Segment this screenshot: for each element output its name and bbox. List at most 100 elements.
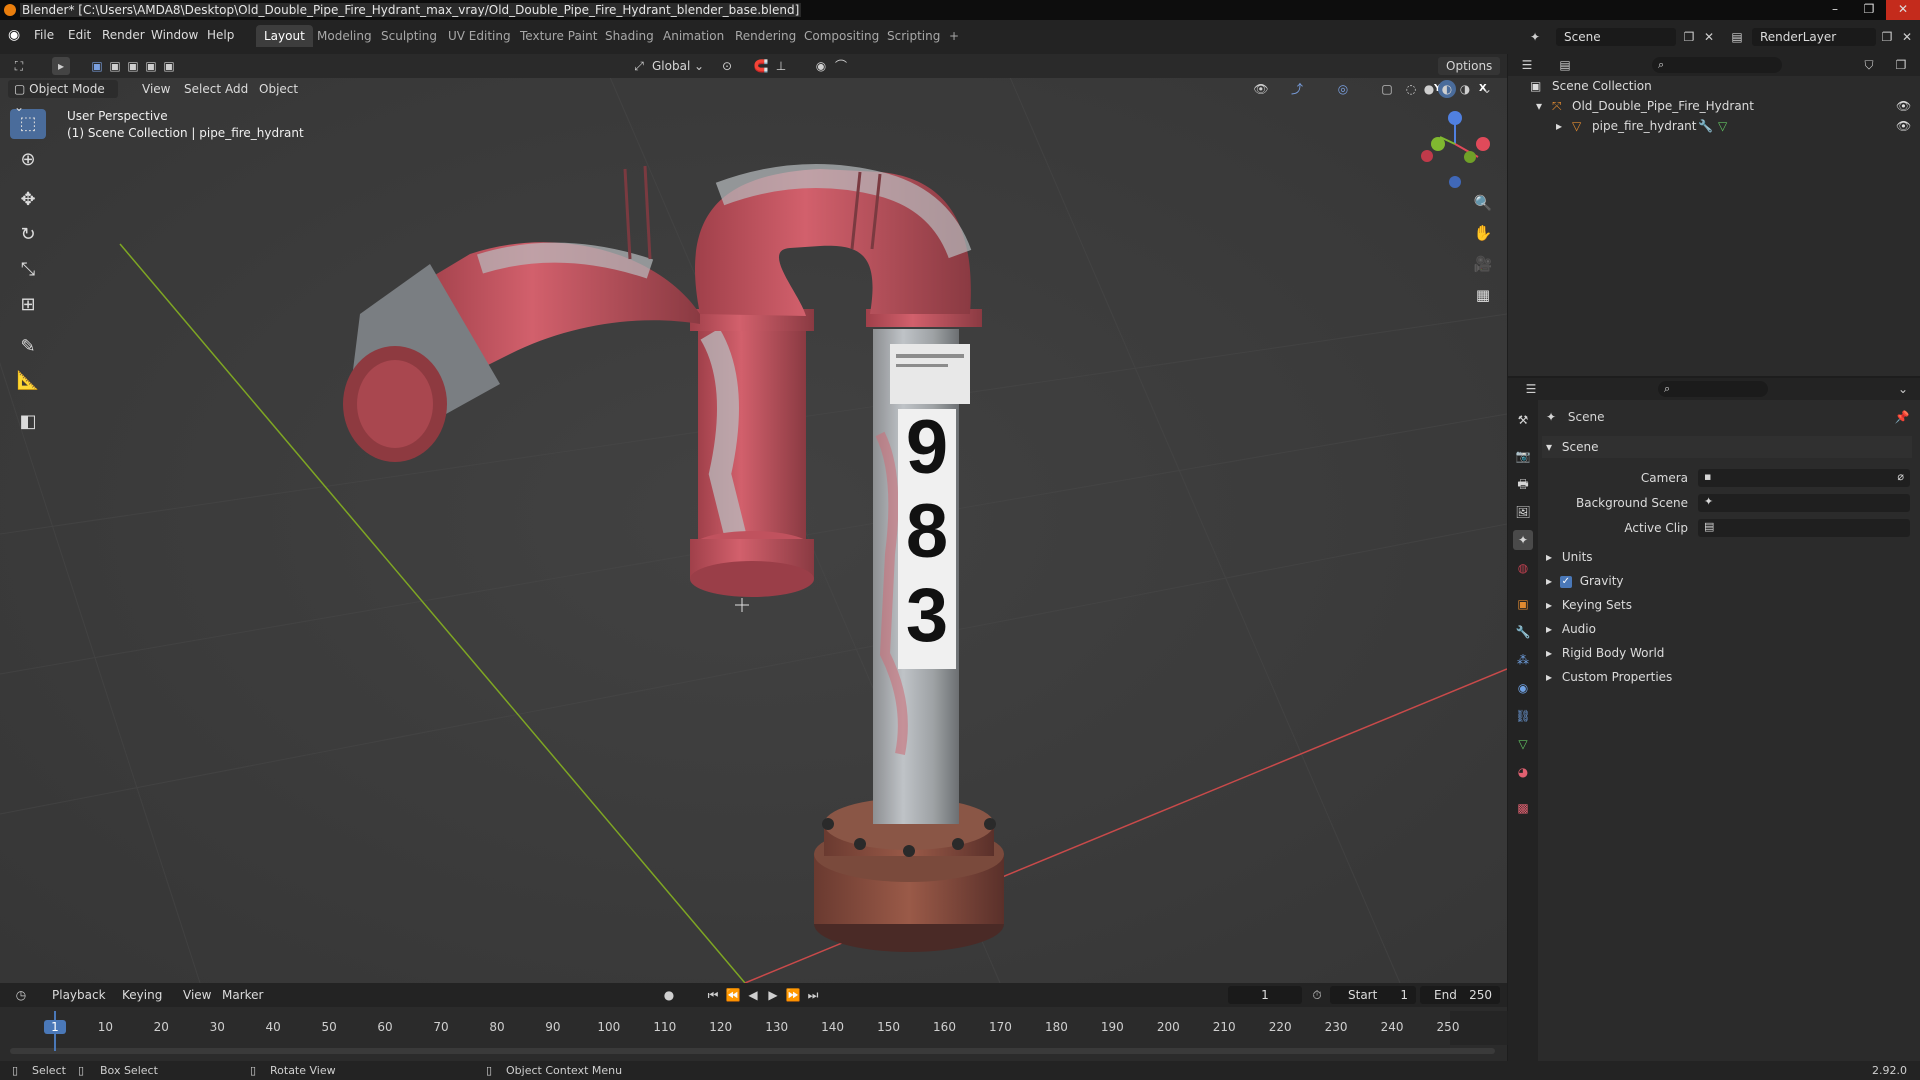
- render-properties-icon[interactable]: 📷: [1513, 446, 1533, 466]
- properties-search-input[interactable]: ⌕: [1658, 381, 1768, 397]
- panel-gravity[interactable]: ▸ ✓ Gravity: [1542, 570, 1912, 592]
- pivot-point-icon[interactable]: ⊙: [718, 57, 736, 75]
- tab-modeling[interactable]: Modeling: [309, 25, 380, 47]
- stopwatch-icon[interactable]: ⏱: [1308, 986, 1326, 1004]
- xray-toggle-icon[interactable]: ▢: [1378, 80, 1396, 98]
- tab-sculpting[interactable]: Sculpting: [373, 25, 445, 47]
- editor-type-icon[interactable]: ⛶: [10, 57, 28, 75]
- timeline-editor-icon[interactable]: ◷: [12, 986, 30, 1004]
- falloff-icon[interactable]: ⌒: [832, 57, 850, 75]
- blender-menu-icon[interactable]: ◉: [8, 27, 26, 45]
- chevron-down-icon[interactable]: ⌄: [690, 57, 708, 75]
- select-subtract-icon[interactable]: ▣: [124, 57, 142, 75]
- 3d-viewport[interactable]: 9 8 3 Z X Y User Perspective (1) Scene C…: [0, 54, 1507, 983]
- eye-icon[interactable]: 👁: [1896, 116, 1911, 136]
- active-clip-field[interactable]: ▤: [1698, 519, 1910, 537]
- viewport-menu-add[interactable]: Add: [219, 80, 254, 98]
- gizmo-toggle-icon[interactable]: ⤴: [1288, 80, 1306, 98]
- menu-file[interactable]: File: [34, 28, 54, 42]
- measure-tool-icon[interactable]: 📐: [10, 366, 46, 396]
- pan-hand-icon[interactable]: ✋: [1470, 220, 1496, 246]
- select-extend-icon[interactable]: ▣: [106, 57, 124, 75]
- move-tool-icon[interactable]: ✥: [10, 185, 46, 215]
- close-icon[interactable]: ✕: [1886, 0, 1920, 20]
- add-workspace-button[interactable]: +: [941, 25, 967, 47]
- start-frame-field[interactable]: Start 1: [1330, 986, 1416, 1004]
- menu-window[interactable]: Window: [151, 28, 198, 42]
- texture-properties-icon[interactable]: ▩: [1513, 798, 1533, 818]
- select-mode-icon[interactable]: ▸: [52, 57, 70, 75]
- select-intersect-icon[interactable]: ▣: [142, 57, 160, 75]
- ortho-grid-icon[interactable]: ▦: [1470, 282, 1496, 308]
- timeline-menu-playback[interactable]: Playback: [46, 986, 112, 1004]
- next-keyframe-icon[interactable]: ⏩: [784, 986, 802, 1004]
- chevron-down-icon[interactable]: ⌄: [1894, 380, 1912, 398]
- menu-edit[interactable]: Edit: [68, 28, 91, 42]
- menu-render[interactable]: Render: [102, 28, 145, 42]
- tab-shading[interactable]: Shading: [597, 25, 662, 47]
- cursor-tool-icon[interactable]: ⊕: [10, 145, 46, 175]
- expand-arrow-icon[interactable]: ▾: [1536, 96, 1542, 116]
- eyedropper-icon[interactable]: ⌀: [1897, 470, 1904, 483]
- minimize-icon[interactable]: –: [1818, 0, 1852, 20]
- timeline-menu-keying[interactable]: Keying: [116, 986, 168, 1004]
- tab-compositing[interactable]: Compositing: [796, 25, 887, 47]
- scene-icon[interactable]: ✦: [1526, 28, 1544, 46]
- record-icon[interactable]: ●: [660, 986, 678, 1004]
- gravity-checkbox[interactable]: ✓: [1559, 575, 1572, 588]
- tab-scripting[interactable]: Scripting: [879, 25, 948, 47]
- overlay-toggle-icon[interactable]: ◎: [1334, 80, 1352, 98]
- current-frame-field[interactable]: 1: [1228, 986, 1302, 1004]
- rendered-shading-icon[interactable]: ◑: [1456, 80, 1474, 98]
- tab-rendering[interactable]: Rendering: [727, 25, 804, 47]
- background-scene-field[interactable]: ✦: [1698, 494, 1910, 512]
- play-reverse-icon[interactable]: ◀: [744, 986, 762, 1004]
- proportional-edit-icon[interactable]: ◉: [812, 57, 830, 75]
- transform-tool-icon[interactable]: ⊞: [10, 290, 46, 320]
- tab-uv-editing[interactable]: UV Editing: [440, 25, 519, 47]
- outliner-row-collection[interactable]: ▾ ⤧ Old_Double_Pipe_Fire_Hydrant 👁: [1508, 96, 1920, 116]
- new-scene-icon[interactable]: ❐: [1680, 28, 1698, 46]
- solid-shading-icon[interactable]: ●: [1420, 80, 1438, 98]
- jump-end-icon[interactable]: ⏭: [804, 986, 822, 1004]
- material-properties-icon[interactable]: ◕: [1513, 762, 1533, 782]
- tab-layout[interactable]: Layout: [256, 25, 313, 47]
- timeline-menu-view[interactable]: View: [177, 986, 217, 1004]
- outliner-search-input[interactable]: ⌕: [1652, 57, 1782, 73]
- filter-icon[interactable]: ⛉: [1860, 56, 1878, 74]
- timeline-scrollbar[interactable]: [10, 1048, 1495, 1054]
- view-layer-properties-icon[interactable]: 🖼: [1513, 502, 1533, 522]
- prev-keyframe-icon[interactable]: ⏪: [724, 986, 742, 1004]
- panel-scene-header[interactable]: ▾ Scene: [1542, 436, 1912, 458]
- tool-properties-icon[interactable]: ⚒: [1513, 410, 1533, 430]
- zoom-icon[interactable]: 🔍: [1470, 190, 1496, 216]
- outliner-row-object[interactable]: ▸ ▽ pipe_fire_hydrant 🔧 ▽ 👁: [1508, 116, 1920, 136]
- transform-orientation-dropdown[interactable]: Global: [652, 57, 690, 75]
- add-cube-tool-icon[interactable]: ◧: [10, 407, 46, 437]
- panel-units[interactable]: ▸ Units: [1542, 546, 1912, 568]
- options-dropdown[interactable]: Options: [1438, 57, 1501, 75]
- jump-start-icon[interactable]: ⏮: [704, 986, 722, 1004]
- output-properties-icon[interactable]: 🖶: [1513, 474, 1533, 494]
- material-shading-icon[interactable]: ◐: [1438, 80, 1456, 98]
- scale-tool-icon[interactable]: ⤡: [10, 255, 46, 285]
- panel-audio[interactable]: ▸ Audio: [1542, 618, 1912, 640]
- annotate-tool-icon[interactable]: ✎: [10, 332, 46, 362]
- wireframe-shading-icon[interactable]: ◌: [1402, 80, 1420, 98]
- world-properties-icon[interactable]: ◍: [1513, 558, 1533, 578]
- scene-properties-icon[interactable]: ✦: [1513, 530, 1533, 550]
- properties-editor-icon[interactable]: ☰: [1522, 380, 1540, 398]
- panel-keying-sets[interactable]: ▸ Keying Sets: [1542, 594, 1912, 616]
- rotate-tool-icon[interactable]: ↻: [10, 220, 46, 250]
- pin-icon[interactable]: 📌: [1893, 408, 1911, 426]
- scene-field[interactable]: Scene: [1556, 28, 1676, 46]
- end-frame-field[interactable]: End 250: [1420, 986, 1500, 1004]
- modifier-properties-icon[interactable]: 🔧: [1513, 622, 1533, 642]
- delete-scene-icon[interactable]: ✕: [1700, 28, 1718, 46]
- display-mode-icon[interactable]: ▤: [1556, 56, 1574, 74]
- delete-layer-icon[interactable]: ✕: [1898, 28, 1916, 46]
- transform-orientation-icon[interactable]: ⤢: [630, 57, 648, 75]
- camera-view-icon[interactable]: 🎥: [1470, 251, 1496, 277]
- tab-animation[interactable]: Animation: [655, 25, 732, 47]
- renderlayer-field[interactable]: RenderLayer: [1752, 28, 1876, 46]
